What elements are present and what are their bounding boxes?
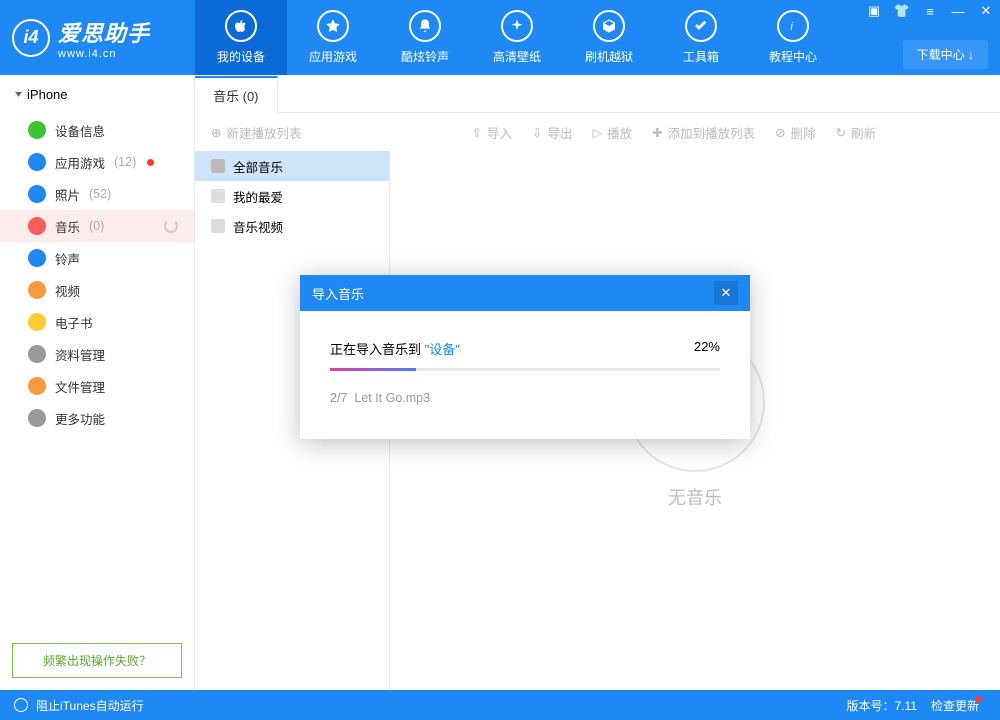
nav-flash[interactable]: 刷机越狱 — [563, 0, 655, 75]
toolbar: ⊕新建播放列表 ⇪导入 ⇩导出 ▷播放 ✚添加到播放列表 ⊘删除 ↻刷新 — [195, 113, 1000, 151]
delete-button[interactable]: ⊘删除 — [775, 123, 816, 142]
sidebar-icon — [28, 281, 46, 299]
dialog-title: 导入音乐 — [312, 284, 364, 303]
sparkle-icon — [501, 10, 533, 42]
download-center-button[interactable]: 下载中心 ↓ — [903, 40, 988, 69]
delete-icon: ⊘ — [775, 125, 785, 140]
note-icon — [211, 219, 225, 233]
menu-icon[interactable]: ≡ — [916, 0, 944, 22]
import-percent: 22% — [694, 339, 720, 358]
cat-favorites[interactable]: 我的最爱 — [195, 181, 389, 211]
logo-title: 爱思助手 — [58, 16, 150, 48]
music-icon — [211, 159, 225, 173]
sidebar-item-0[interactable]: 设备信息 — [0, 114, 194, 146]
loading-spinner-icon — [164, 219, 178, 233]
add-icon: ✚ — [652, 125, 662, 140]
box-icon — [593, 10, 625, 42]
skin-icon[interactable]: 👕 — [888, 0, 916, 22]
add-to-playlist-button[interactable]: ✚添加到播放列表 — [652, 123, 755, 142]
sidebar-item-1[interactable]: 应用游戏(12) — [0, 146, 194, 178]
device-header[interactable]: ▾ iPhone — [0, 75, 194, 114]
export-icon: ⇩ — [532, 125, 542, 140]
sidebar-icon — [28, 153, 46, 171]
sidebar-item-6[interactable]: 电子书 — [0, 306, 194, 338]
notification-dot — [147, 159, 154, 166]
sidebar-icon — [28, 217, 46, 235]
feedback-icon[interactable]: ▣ — [860, 0, 888, 22]
help-link[interactable]: 频繁出现操作失败？ — [12, 643, 182, 678]
bell-icon — [409, 10, 441, 42]
nav-tutorials[interactable]: i 教程中心 — [747, 0, 839, 75]
play-button[interactable]: ▷播放 — [593, 123, 633, 142]
logo-url: www.i4.cn — [58, 48, 150, 60]
sidebar-item-7[interactable]: 资料管理 — [0, 338, 194, 370]
logo: i4 爱思助手 www.i4.cn — [0, 0, 195, 75]
check-update-button[interactable]: 检查更新 — [931, 697, 986, 714]
svg-text:i: i — [790, 21, 793, 33]
info-icon: i — [777, 10, 809, 42]
minimize-button[interactable]: — — [944, 0, 972, 22]
sidebar-item-3[interactable]: 音乐(0) — [0, 210, 194, 242]
export-button[interactable]: ⇩导出 — [532, 123, 573, 142]
sidebar-icon — [28, 185, 46, 203]
import-status: 正在导入音乐到 "设备" — [330, 339, 460, 358]
wrench-icon — [685, 10, 717, 42]
itunes-block-toggle[interactable]: 阻止iTunes自动运行 — [14, 697, 144, 714]
main-content: 音乐 (0) ⊕新建播放列表 ⇪导入 ⇩导出 ▷播放 ✚添加到播放列表 ⊘删除 … — [195, 75, 1000, 690]
import-icon: ⇪ — [472, 125, 482, 140]
window-controls: ▣ 👕 ≡ — ✕ — [860, 0, 1000, 22]
sidebar-icon — [28, 249, 46, 267]
main-nav: 我的设备 应用游戏 酷炫铃声 高清壁纸 刷机越狱 工具箱 i 教程中心 — [195, 0, 839, 75]
empty-label: 无音乐 — [668, 484, 722, 510]
tab-music[interactable]: 音乐 (0) — [195, 76, 278, 113]
apple-icon — [225, 10, 257, 42]
import-file: 2/7 Let It Go.mp3 — [330, 391, 720, 405]
sidebar-item-4[interactable]: 铃声 — [0, 242, 194, 274]
sidebar-icon — [28, 409, 46, 427]
update-dot-icon — [975, 696, 982, 703]
cat-all-music[interactable]: 全部音乐 — [195, 151, 389, 181]
sidebar-item-9[interactable]: 更多功能 — [0, 402, 194, 434]
nav-wallpaper[interactable]: 高清壁纸 — [471, 0, 563, 75]
nav-tools[interactable]: 工具箱 — [655, 0, 747, 75]
sidebar-icon — [28, 121, 46, 139]
note-icon — [211, 189, 225, 203]
progress-bar — [330, 368, 720, 371]
sidebar-item-2[interactable]: 照片(52) — [0, 178, 194, 210]
sidebar-icon — [28, 345, 46, 363]
status-bar: 阻止iTunes自动运行 版本号：7.11 检查更新 — [0, 690, 1000, 720]
close-button[interactable]: ✕ — [972, 0, 1000, 22]
chevron-down-icon: ▾ — [15, 89, 22, 100]
new-playlist-button[interactable]: ⊕新建播放列表 — [211, 123, 302, 142]
sidebar-item-8[interactable]: 文件管理 — [0, 370, 194, 402]
tab-bar: 音乐 (0) — [195, 75, 1000, 113]
logo-badge: i4 — [12, 19, 50, 57]
refresh-icon: ↻ — [836, 125, 846, 140]
plus-icon: ⊕ — [211, 125, 221, 140]
sidebar-item-5[interactable]: 视频 — [0, 274, 194, 306]
refresh-button[interactable]: ↻刷新 — [836, 123, 877, 142]
circle-icon — [14, 698, 28, 712]
nav-ringtones[interactable]: 酷炫铃声 — [379, 0, 471, 75]
nav-apps[interactable]: 应用游戏 — [287, 0, 379, 75]
play-icon: ▷ — [593, 125, 603, 140]
sidebar-icon — [28, 313, 46, 331]
version-label: 版本号：7.11 — [847, 697, 917, 714]
dialog-close-button[interactable]: ✕ — [714, 281, 738, 305]
import-button[interactable]: ⇪导入 — [472, 123, 513, 142]
sidebar: ▾ iPhone 设备信息应用游戏(12)照片(52)音乐(0)铃声视频电子书资… — [0, 75, 195, 690]
cat-music-video[interactable]: 音乐视频 — [195, 211, 389, 241]
import-dialog: 导入音乐 ✕ 正在导入音乐到 "设备" 22% 2/7 Let It Go.mp… — [300, 275, 750, 439]
sidebar-icon — [28, 377, 46, 395]
nav-my-device[interactable]: 我的设备 — [195, 0, 287, 75]
appstore-icon — [317, 10, 349, 42]
app-header: i4 爱思助手 www.i4.cn 我的设备 应用游戏 酷炫铃声 高清壁纸 刷机… — [0, 0, 1000, 75]
